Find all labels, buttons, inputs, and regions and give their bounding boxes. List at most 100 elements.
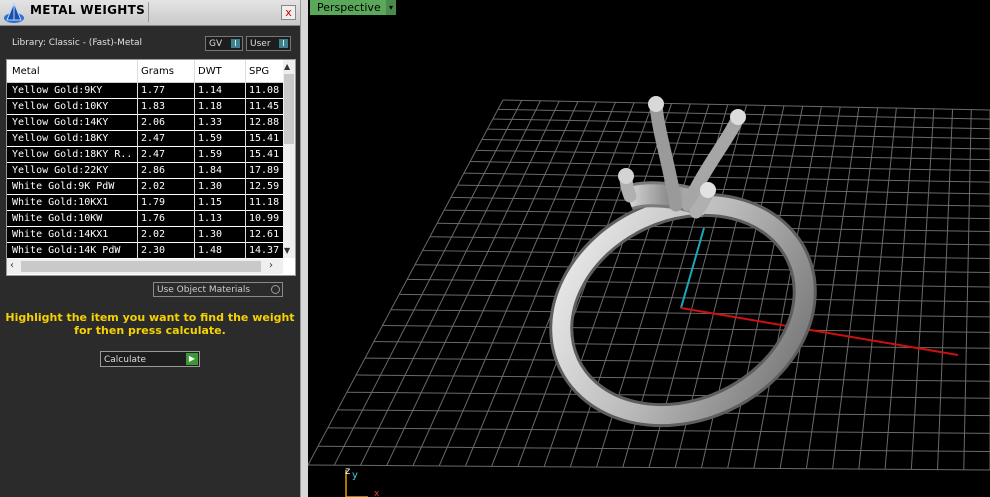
cell-metal: Yellow Gold:22KY bbox=[12, 165, 109, 176]
cell-spg: 15.41 bbox=[249, 133, 280, 144]
column-divider bbox=[194, 60, 195, 258]
horizontal-scroll-thumb[interactable] bbox=[21, 261, 261, 272]
col-metal[interactable]: Metal bbox=[12, 66, 134, 77]
viewport-scene: z y x bbox=[308, 96, 990, 497]
play-icon: ▶ bbox=[186, 353, 198, 365]
table-row[interactable]: White Gold:14KX1 2.02 1.30 12.61 bbox=[7, 227, 283, 243]
scroll-up-icon[interactable]: ▲ bbox=[284, 62, 290, 71]
close-button[interactable]: x bbox=[281, 5, 296, 20]
table-row[interactable]: Yellow Gold:18KY 2.47 1.59 15.41 bbox=[7, 131, 283, 147]
cell-grams: 2.47 bbox=[141, 149, 166, 160]
app-logo-icon bbox=[4, 1, 24, 23]
cell-dwt: 1.30 bbox=[198, 229, 223, 240]
cell-metal: Yellow Gold:14KY bbox=[12, 117, 109, 128]
cell-grams: 2.02 bbox=[141, 229, 166, 240]
panel-title: METAL WEIGHTS bbox=[30, 3, 146, 17]
cell-metal: White Gold:10KW bbox=[12, 213, 103, 224]
cell-spg: 14.37 bbox=[249, 245, 280, 256]
gv-toggle-label: GV bbox=[209, 39, 223, 49]
cell-grams: 1.77 bbox=[141, 85, 166, 96]
table-header: Metal Grams DWT SPG bbox=[7, 60, 283, 83]
cell-dwt: 1.33 bbox=[198, 117, 223, 128]
table-row[interactable]: Yellow Gold:22KY 2.86 1.84 17.89 bbox=[7, 163, 283, 179]
cell-grams: 2.02 bbox=[141, 181, 166, 192]
cell-spg: 10.99 bbox=[249, 213, 280, 224]
instruction-line-2: for then press calculate. bbox=[74, 324, 226, 337]
cell-grams: 1.76 bbox=[141, 213, 166, 224]
table-row[interactable]: White Gold:10KW 1.76 1.13 10.99 bbox=[7, 211, 283, 227]
vertical-scroll-thumb[interactable] bbox=[284, 74, 294, 144]
cell-dwt: 1.30 bbox=[198, 181, 223, 192]
user-toggle[interactable]: User I bbox=[246, 36, 291, 51]
cell-grams: 2.06 bbox=[141, 117, 166, 128]
cell-dwt: 1.13 bbox=[198, 213, 223, 224]
calculate-label: Calculate bbox=[104, 355, 147, 365]
horizontal-scrollbar[interactable]: ‹ › bbox=[7, 259, 283, 274]
gizmo-y-label: y bbox=[352, 470, 358, 481]
use-object-materials-radio[interactable] bbox=[271, 285, 280, 294]
instruction-line-1: Highlight the item you want to find the … bbox=[5, 311, 295, 324]
cell-spg: 15.41 bbox=[249, 149, 280, 160]
cell-metal: Yellow Gold:18KY bbox=[12, 133, 109, 144]
calculate-button[interactable]: Calculate ▶ bbox=[100, 351, 200, 367]
viewport-tab[interactable]: Perspective bbox=[310, 0, 386, 15]
title-divider bbox=[148, 2, 149, 22]
cell-dwt: 1.84 bbox=[198, 165, 223, 176]
vertical-scrollbar[interactable]: ▲ ▼ bbox=[283, 60, 295, 258]
use-object-materials-option[interactable]: Use Object Materials bbox=[153, 282, 283, 297]
cell-dwt: 1.18 bbox=[198, 101, 223, 112]
gv-toggle[interactable]: GV I bbox=[205, 36, 243, 51]
col-dwt[interactable]: DWT bbox=[198, 66, 246, 77]
table-row[interactable]: Yellow Gold:9KY 1.77 1.14 11.08 bbox=[7, 83, 283, 99]
cell-dwt: 1.59 bbox=[198, 149, 223, 160]
user-toggle-knob: I bbox=[279, 39, 288, 48]
cell-spg: 11.45 bbox=[249, 101, 280, 112]
gizmo-x-label: x bbox=[374, 489, 380, 497]
panel-titlebar: METAL WEIGHTS x bbox=[0, 0, 300, 26]
library-label: Library: Classic - (Fast)-Metal bbox=[12, 38, 143, 48]
scroll-right-icon[interactable]: › bbox=[269, 260, 273, 271]
col-spg[interactable]: SPG bbox=[249, 66, 285, 77]
metal-weights-panel: METAL WEIGHTS x Library: Classic - (Fast… bbox=[0, 0, 300, 497]
instruction-text: Highlight the item you want to find the … bbox=[0, 311, 300, 337]
cell-metal: White Gold:14KX1 bbox=[12, 229, 109, 240]
cell-dwt: 1.48 bbox=[198, 245, 223, 256]
use-object-materials-label: Use Object Materials bbox=[157, 285, 251, 295]
cell-dwt: 1.14 bbox=[198, 85, 223, 96]
cell-grams: 2.86 bbox=[141, 165, 166, 176]
table-row[interactable]: White Gold:9K PdW 2.02 1.30 12.59 bbox=[7, 179, 283, 195]
cell-spg: 17.89 bbox=[249, 165, 280, 176]
cell-grams: 1.83 bbox=[141, 101, 166, 112]
column-divider bbox=[137, 60, 138, 258]
cell-spg: 12.59 bbox=[249, 181, 280, 192]
cell-metal: Yellow Gold:10KY bbox=[12, 101, 109, 112]
user-toggle-label: User bbox=[250, 39, 271, 49]
table-row[interactable]: White Gold:14K PdW 2.30 1.48 14.37 bbox=[7, 243, 283, 259]
cell-dwt: 1.59 bbox=[198, 133, 223, 144]
scroll-left-icon[interactable]: ‹ bbox=[10, 260, 14, 271]
cell-metal: White Gold:14K PdW bbox=[12, 245, 121, 256]
viewport-dropdown-icon[interactable]: ▾ bbox=[386, 0, 396, 15]
axis-gizmo: z y x bbox=[345, 466, 380, 497]
col-grams[interactable]: Grams bbox=[141, 66, 191, 77]
cell-metal: White Gold:9K PdW bbox=[12, 181, 115, 192]
cell-spg: 12.88 bbox=[249, 117, 280, 128]
cell-spg: 11.08 bbox=[249, 85, 280, 96]
cell-grams: 2.30 bbox=[141, 245, 166, 256]
metal-table[interactable]: Metal Grams DWT SPG Yellow Gold:9KY 1.77 1… bbox=[6, 59, 296, 276]
gv-toggle-knob: I bbox=[231, 39, 240, 48]
cell-dwt: 1.15 bbox=[198, 197, 223, 208]
cell-metal: Yellow Gold:18KY R... bbox=[12, 149, 134, 160]
cell-metal: White Gold:10KX1 bbox=[12, 197, 109, 208]
column-divider bbox=[245, 60, 246, 258]
table-row[interactable]: Yellow Gold:10KY 1.83 1.18 11.45 bbox=[7, 99, 283, 115]
table-row[interactable]: Yellow Gold:18KY R... 2.47 1.59 15.41 bbox=[7, 147, 283, 163]
cell-spg: 11.18 bbox=[249, 197, 280, 208]
cell-metal: Yellow Gold:9KY bbox=[12, 85, 103, 96]
scroll-down-icon[interactable]: ▼ bbox=[284, 246, 290, 255]
ring-model bbox=[549, 96, 817, 428]
table-row[interactable]: Yellow Gold:14KY 2.06 1.33 12.88 bbox=[7, 115, 283, 131]
table-row[interactable]: White Gold:10KX1 1.79 1.15 11.18 bbox=[7, 195, 283, 211]
perspective-viewport[interactable]: z y x Perspective ▾ bbox=[308, 0, 990, 497]
cell-grams: 2.47 bbox=[141, 133, 166, 144]
